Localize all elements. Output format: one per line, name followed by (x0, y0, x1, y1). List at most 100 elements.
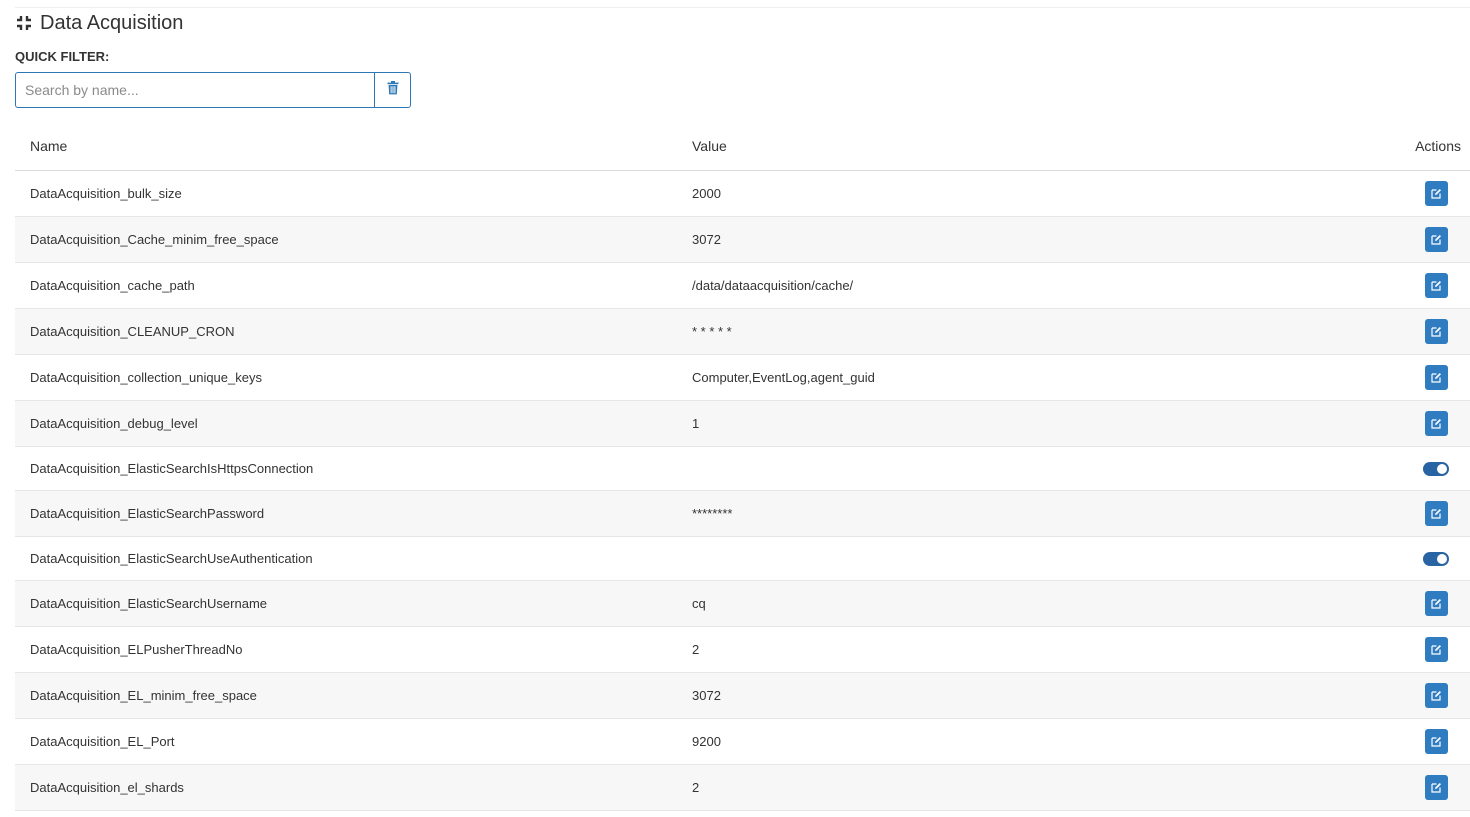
param-name: DataAcquisition_ElasticSearchIsHttpsConn… (15, 446, 692, 491)
param-value: 3072 (692, 672, 1392, 719)
table-row: DataAcquisition_Cache_minim_free_space 3… (15, 216, 1470, 263)
param-value: 2 (692, 764, 1392, 811)
edit-icon (1431, 373, 1441, 383)
actions-cell (1392, 580, 1470, 627)
edit-button[interactable] (1425, 273, 1448, 298)
edit-icon (1431, 327, 1441, 337)
actions-cell (1392, 170, 1470, 217)
table-header-row: Name Value Actions (15, 122, 1470, 171)
table-row: DataAcquisition_bulk_size 2000 (15, 170, 1470, 217)
edit-icon (1431, 599, 1441, 609)
clear-filter-button[interactable] (374, 73, 410, 107)
param-value: * * * * * (692, 308, 1392, 355)
actions-cell (1392, 308, 1470, 355)
param-name: DataAcquisition_EL_Port (15, 718, 692, 765)
table-row: DataAcquisition_el_shards 2 (15, 764, 1470, 811)
param-value: 1 (692, 400, 1392, 447)
table-row: DataAcquisition_CLEANUP_CRON * * * * * (15, 308, 1470, 355)
param-name: DataAcquisition_ElasticSearchUsername (15, 580, 692, 627)
actions-cell (1392, 446, 1470, 491)
edit-icon (1431, 189, 1441, 199)
column-header-name[interactable]: Name (15, 122, 692, 171)
table-row: DataAcquisition_debug_level 1 (15, 400, 1470, 447)
param-value: /data/dataacquisition/cache/ (692, 262, 1392, 309)
param-value: 2 (692, 626, 1392, 673)
toggle-switch[interactable] (1423, 462, 1449, 477)
page: Data Acquisition QUICK FILTER: Name Valu… (0, 0, 1470, 817)
edit-button[interactable] (1425, 637, 1448, 662)
actions-cell (1392, 626, 1470, 673)
edit-icon (1431, 691, 1441, 701)
edit-icon (1431, 281, 1441, 291)
actions-cell (1392, 490, 1470, 537)
param-name: DataAcquisition_ELPusherThreadNo (15, 626, 692, 673)
quick-filter (15, 72, 411, 108)
param-name: DataAcquisition_cache_path (15, 262, 692, 309)
actions-cell (1392, 764, 1470, 811)
param-value: 3072 (692, 216, 1392, 263)
edit-icon (1431, 783, 1441, 793)
actions-cell (1392, 262, 1470, 309)
column-header-value[interactable]: Value (692, 122, 1392, 171)
table-row: DataAcquisition_ELPusherThreadNo 2 (15, 626, 1470, 673)
edit-icon (1431, 509, 1441, 519)
edit-button[interactable] (1425, 683, 1448, 708)
param-name: DataAcquisition_bulk_size (15, 170, 692, 217)
param-name: DataAcquisition_ElasticSearchUseAuthenti… (15, 536, 692, 581)
page-title: Data Acquisition (40, 12, 184, 34)
table-row: DataAcquisition_collection_unique_keys C… (15, 354, 1470, 401)
trash-icon (387, 80, 399, 100)
search-input[interactable] (16, 73, 364, 107)
edit-button[interactable] (1425, 365, 1448, 390)
param-value: ******** (692, 490, 1392, 537)
section-header[interactable]: Data Acquisition (15, 10, 183, 36)
param-value: 2000 (692, 170, 1392, 217)
table-row: DataAcquisition_ElasticSearchPassword **… (15, 490, 1470, 537)
edit-button[interactable] (1425, 227, 1448, 252)
edit-icon (1431, 645, 1441, 655)
edit-button[interactable] (1425, 775, 1448, 800)
column-header-actions: Actions (1392, 122, 1470, 171)
table-row: DataAcquisition_EL_Port 9200 (15, 718, 1470, 765)
edit-icon (1431, 235, 1441, 245)
edit-icon (1431, 737, 1441, 747)
collapse-icon[interactable] (15, 14, 33, 32)
actions-cell (1392, 354, 1470, 401)
top-divider (15, 7, 1470, 8)
param-value (692, 446, 1392, 491)
table-row: DataAcquisition_cache_path /data/dataacq… (15, 262, 1470, 309)
edit-button[interactable] (1425, 181, 1448, 206)
toggle-knob (1437, 464, 1447, 475)
param-name: DataAcquisition_EL_minim_free_space (15, 672, 692, 719)
parameters-table: Name Value Actions DataAcquisition_bulk_… (15, 122, 1470, 811)
edit-button[interactable] (1425, 591, 1448, 616)
edit-button[interactable] (1425, 411, 1448, 436)
table-row: DataAcquisition_ElasticSearchUsername cq (15, 580, 1470, 627)
quick-filter-label: QUICK FILTER: (15, 49, 110, 64)
param-value: Computer,EventLog,agent_guid (692, 354, 1392, 401)
actions-cell (1392, 672, 1470, 719)
param-name: DataAcquisition_Cache_minim_free_space (15, 216, 692, 263)
param-value: cq (692, 580, 1392, 627)
edit-button[interactable] (1425, 729, 1448, 754)
param-name: DataAcquisition_CLEANUP_CRON (15, 308, 692, 355)
actions-cell (1392, 216, 1470, 263)
actions-cell (1392, 536, 1470, 581)
actions-cell (1392, 400, 1470, 447)
toggle-switch[interactable] (1423, 552, 1449, 567)
table-row: DataAcquisition_ElasticSearchIsHttpsConn… (15, 446, 1470, 491)
edit-icon (1431, 419, 1441, 429)
edit-button[interactable] (1425, 319, 1448, 344)
param-value (692, 536, 1392, 581)
table-row: DataAcquisition_ElasticSearchUseAuthenti… (15, 536, 1470, 581)
param-name: DataAcquisition_el_shards (15, 764, 692, 811)
param-value: 9200 (692, 718, 1392, 765)
table-row: DataAcquisition_EL_minim_free_space 3072 (15, 672, 1470, 719)
param-name: DataAcquisition_collection_unique_keys (15, 354, 692, 401)
toggle-knob (1437, 554, 1447, 565)
table-body: DataAcquisition_bulk_size 2000 DataAcqui… (15, 170, 1470, 811)
param-name: DataAcquisition_debug_level (15, 400, 692, 447)
edit-button[interactable] (1425, 501, 1448, 526)
param-name: DataAcquisition_ElasticSearchPassword (15, 490, 692, 537)
actions-cell (1392, 718, 1470, 765)
